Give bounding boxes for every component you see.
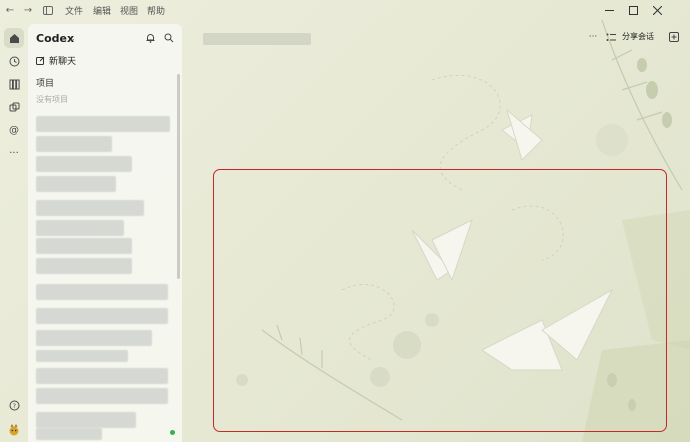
menu-view[interactable]: 视图 (120, 4, 138, 17)
title-bar: ← → 文件 编辑 视图 帮助 (0, 0, 690, 20)
edit-icon (36, 56, 45, 65)
list-item[interactable] (36, 350, 128, 362)
list-item[interactable] (36, 200, 144, 216)
sidebar-toggle-icon[interactable] (41, 3, 55, 17)
no-projects-text: 没有项目 (36, 95, 68, 104)
library-icon[interactable] (4, 74, 24, 94)
forward-arrow-icon[interactable]: → (21, 3, 35, 17)
list-item[interactable] (36, 412, 136, 428)
more-options-icon[interactable]: ··· (586, 31, 600, 43)
menu-edit[interactable]: 编辑 (93, 4, 111, 17)
new-chat-label: 新聊天 (49, 57, 77, 67)
avatar[interactable] (4, 420, 24, 440)
home-icon[interactable] (4, 28, 24, 48)
list-item[interactable] (36, 136, 112, 152)
list-item[interactable] (36, 238, 132, 254)
sidebar-panel: Codex ⌄ 新聊天 项目 没有项目 (28, 24, 182, 442)
plugins-icon[interactable] (4, 97, 24, 117)
list-item[interactable] (36, 330, 152, 346)
search-icon[interactable] (164, 33, 174, 46)
list-item[interactable] (36, 258, 132, 274)
list-item[interactable] (36, 308, 168, 324)
tasks-icon[interactable] (604, 31, 618, 43)
list-item[interactable] (36, 368, 168, 384)
highlight-box (213, 169, 667, 432)
back-arrow-icon[interactable]: ← (3, 3, 17, 17)
more-icon[interactable]: ··· (4, 143, 24, 163)
share-conversation-button[interactable]: 分享会话 (622, 31, 654, 42)
projects-heading: 项目 (36, 79, 55, 89)
help-icon[interactable]: ? (4, 395, 24, 415)
new-window-icon[interactable] (667, 31, 681, 43)
conversation-title (203, 33, 311, 45)
list-item[interactable] (36, 220, 124, 236)
svg-text:?: ? (12, 402, 15, 410)
list-item[interactable] (36, 428, 102, 440)
close-icon[interactable] (648, 2, 666, 18)
list-item[interactable] (36, 388, 168, 404)
icon-rail: @ ··· ? (0, 20, 28, 442)
menu-file[interactable]: 文件 (65, 4, 83, 17)
chevron-down-icon[interactable]: ⌄ (69, 34, 76, 43)
list-item[interactable] (36, 176, 116, 192)
status-indicator (170, 430, 175, 435)
new-chat-button[interactable]: 新聊天 (36, 54, 76, 67)
mention-icon[interactable]: @ (4, 120, 24, 140)
list-item[interactable] (36, 284, 168, 300)
menu-help[interactable]: 帮助 (147, 4, 165, 17)
list-item[interactable] (36, 156, 132, 172)
minimize-icon[interactable] (600, 2, 618, 18)
maximize-icon[interactable] (624, 2, 642, 18)
bell-icon[interactable] (146, 33, 155, 46)
list-item[interactable] (36, 116, 170, 132)
history-icon[interactable] (4, 51, 24, 71)
sidebar-scrollbar[interactable] (177, 74, 180, 279)
